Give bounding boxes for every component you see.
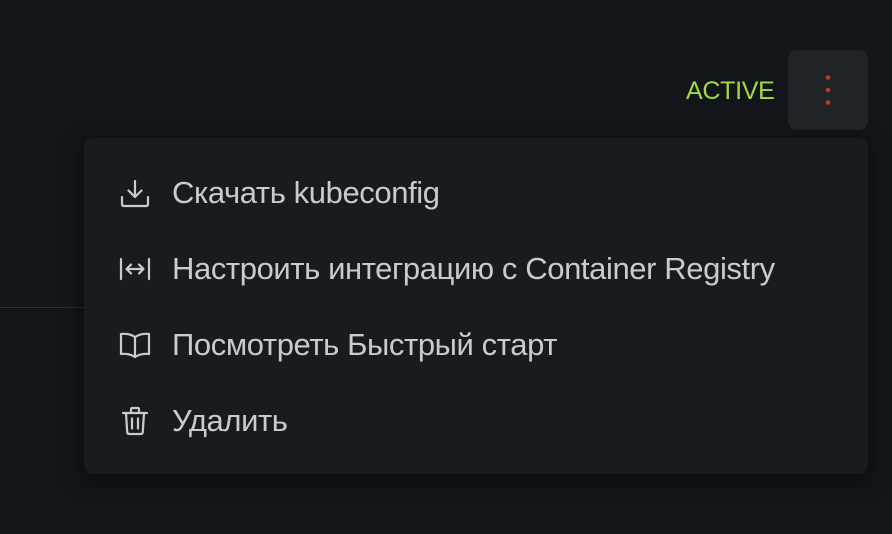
- menu-item-delete[interactable]: Удалить: [84, 390, 868, 452]
- more-actions-button[interactable]: [788, 50, 868, 130]
- menu-item-quick-start[interactable]: Посмотреть Быстрый старт: [84, 314, 868, 376]
- menu-item-label: Настроить интеграцию с Container Registr…: [172, 251, 775, 286]
- status-badge: ACTIVE: [686, 77, 775, 105]
- more-vertical-icon: [825, 75, 831, 105]
- menu-item-container-registry[interactable]: Настроить интеграцию с Container Registr…: [84, 238, 868, 300]
- download-icon: [118, 176, 152, 210]
- trash-icon: [118, 404, 152, 438]
- book-icon: [118, 328, 152, 362]
- menu-item-download-kubeconfig[interactable]: Скачать kubeconfig: [84, 162, 868, 224]
- menu-item-label: Посмотреть Быстрый старт: [172, 327, 558, 362]
- actions-dropdown-menu: Скачать kubeconfig Настроить интеграцию …: [84, 138, 868, 474]
- menu-item-label: Скачать kubeconfig: [172, 175, 440, 210]
- arrows-horizontal-icon: [118, 252, 152, 286]
- menu-item-label: Удалить: [172, 403, 288, 438]
